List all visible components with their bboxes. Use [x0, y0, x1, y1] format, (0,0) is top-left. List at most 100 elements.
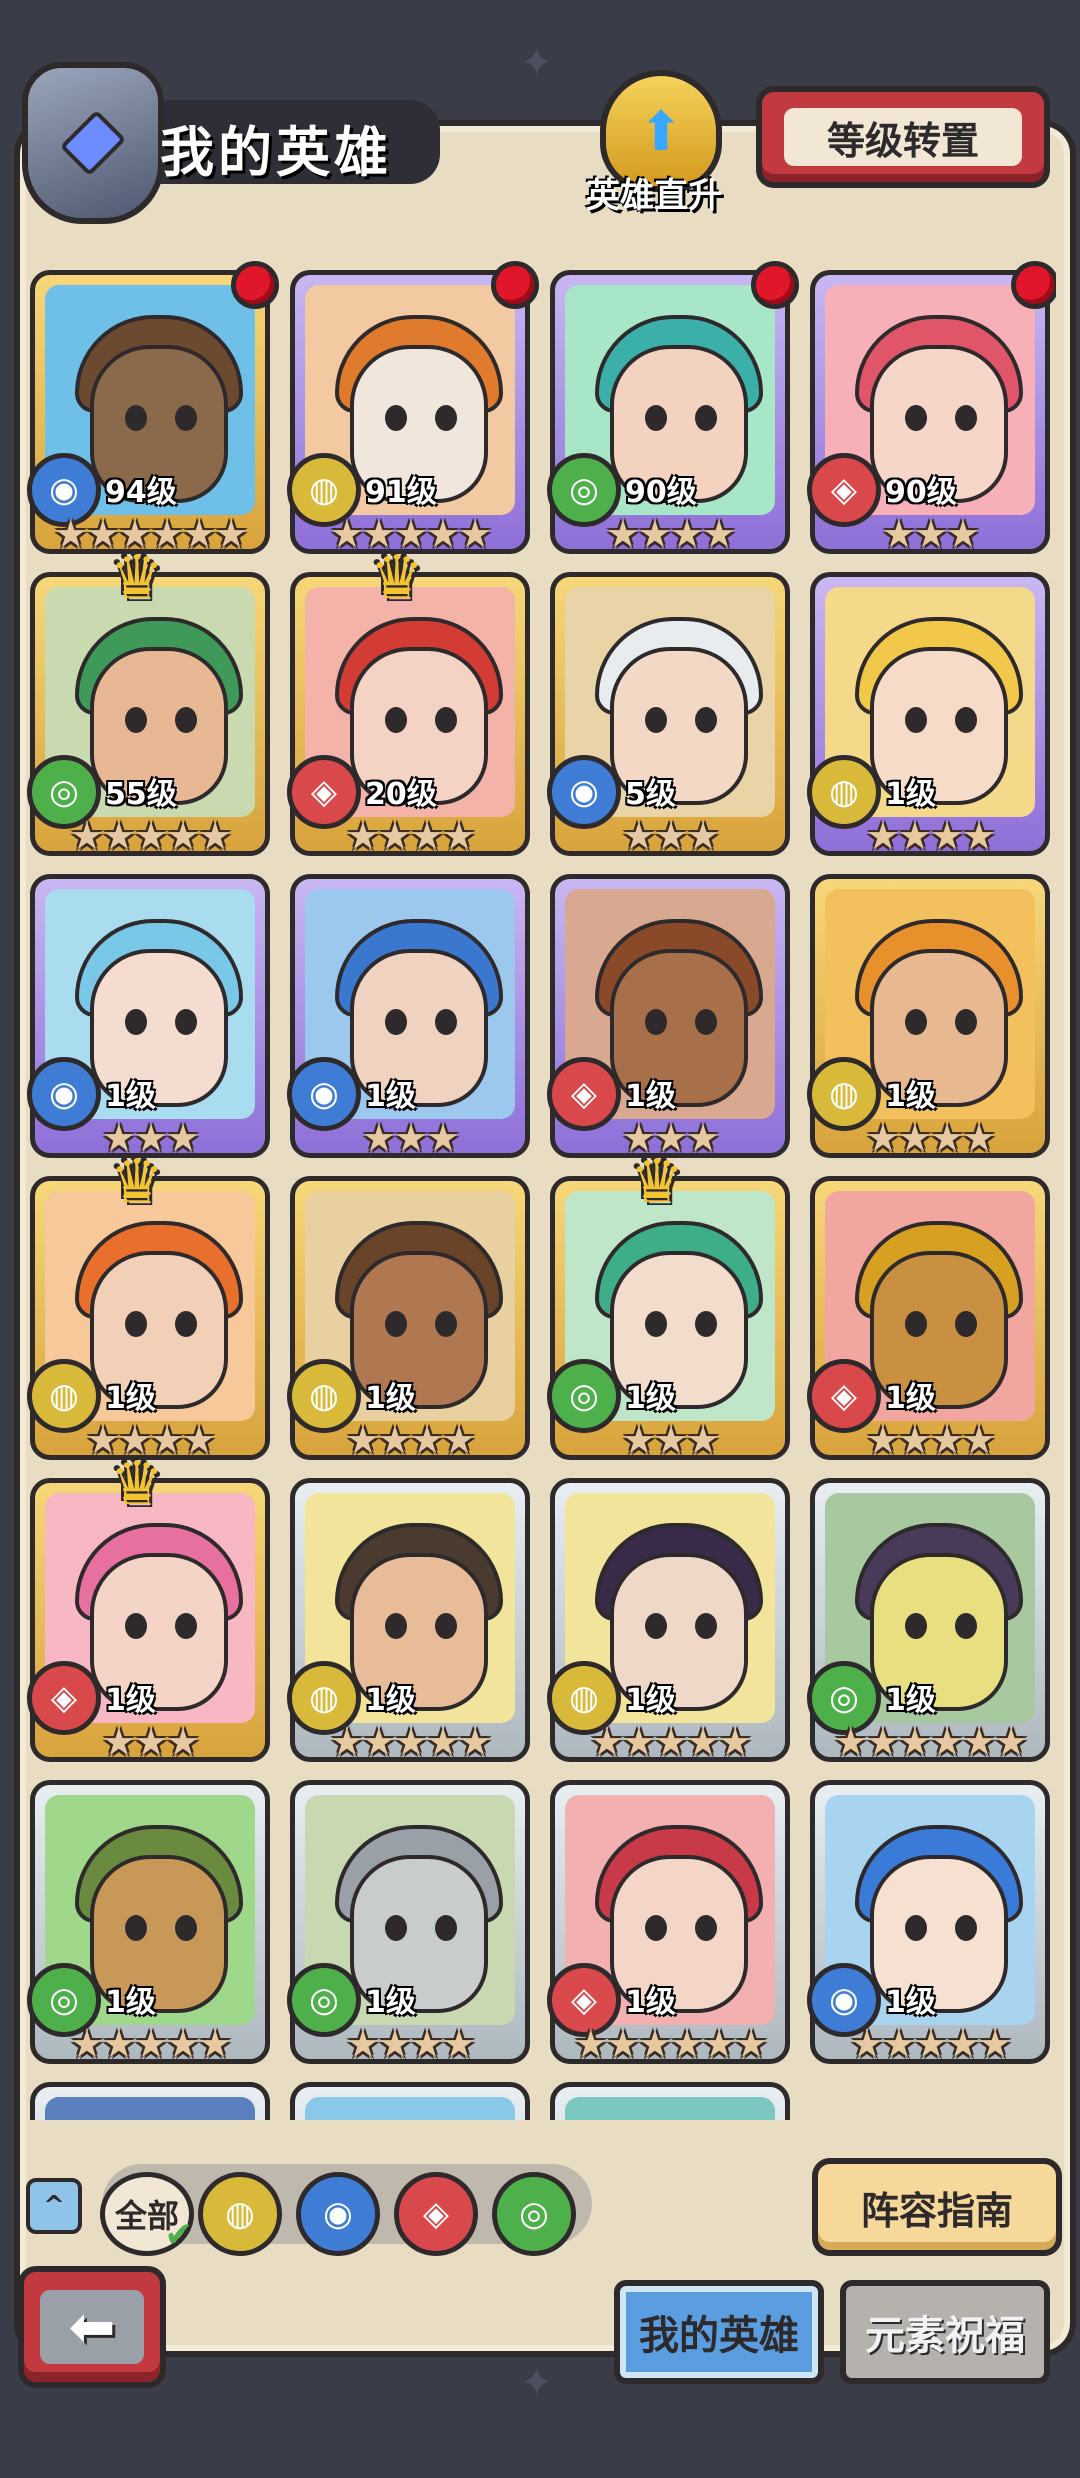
- hero-level: 1级: [365, 1381, 416, 1416]
- hero-eye: [175, 1311, 197, 1337]
- hero-eye: [695, 707, 717, 733]
- hero-stars: ★★★★★★: [833, 1720, 1028, 1764]
- hero-card[interactable]: [550, 2082, 790, 2120]
- hero-card[interactable]: ◍ 1级 ★★★★★: [287, 1478, 530, 1762]
- hero-eye: [385, 1311, 407, 1337]
- hero-card[interactable]: [30, 2082, 270, 2120]
- hero-level: 1级: [885, 1079, 936, 1114]
- hero-portrait: [565, 2097, 775, 2120]
- notification-dot-icon: [751, 261, 799, 309]
- hero-grid: ◉ 94级 ★★★★★★ ◍ 91级 ★★★★★ ◎ 90级 ★★★★ ◈ 90级 ★★★ ◎ 55级 ★★…: [26, 260, 1056, 2120]
- hero-card[interactable]: ◈ 1级 ★★★★: [807, 1176, 1050, 1460]
- background-sparkle-icon: ✦: [520, 2360, 554, 2406]
- hero-eye: [645, 1009, 667, 1035]
- hero-eye: [125, 405, 147, 431]
- hero-card[interactable]: [290, 2082, 530, 2120]
- hero-eye: [435, 1613, 457, 1639]
- hero-card[interactable]: ◎ 55级 ★★★★★ ♛: [27, 543, 270, 858]
- hero-card[interactable]: ◉ 5级 ★★★: [547, 572, 790, 856]
- tab-my-heroes[interactable]: 我的英雄: [614, 2280, 824, 2384]
- hero-card[interactable]: ◍ 1级 ★★★★: [287, 1176, 530, 1460]
- quick-levelup-button[interactable]: ⬆ 英雄直升: [580, 70, 730, 220]
- filter-all-chip[interactable]: 全部 ✔: [100, 2172, 194, 2256]
- hero-eye: [125, 707, 147, 733]
- hero-card[interactable]: ◍ 1级 ★★★★: [807, 572, 1050, 856]
- crown-icon: ♛: [370, 543, 424, 613]
- filter-wind-icon[interactable]: ◎: [492, 2172, 576, 2256]
- hero-eye: [125, 1613, 147, 1639]
- hero-eye: [435, 1915, 457, 1941]
- hero-card[interactable]: ◎ 1级 ★★★★★: [27, 1780, 270, 2066]
- hero-card[interactable]: ◎ 1级 ★★★ ♛: [547, 1147, 790, 1460]
- hero-card[interactable]: ◈ 1级 ★★★: [547, 874, 790, 1158]
- crown-icon: ♛: [630, 1147, 684, 1217]
- hero-eye: [905, 1915, 927, 1941]
- quick-levelup-label: 英雄直升: [586, 176, 722, 216]
- hero-eye: [125, 1009, 147, 1035]
- back-button[interactable]: ⬅: [18, 2266, 166, 2388]
- hero-card[interactable]: ◈ 1级 ★★★★★★: [547, 1780, 790, 2064]
- level-transfer-label: 等级转置: [784, 108, 1022, 166]
- back-arrow-icon: ⬅: [40, 2290, 144, 2364]
- hero-level: 1级: [365, 1079, 416, 1114]
- hero-level: 1级: [625, 1381, 676, 1416]
- page-title: 我的英雄: [160, 121, 392, 184]
- helmet-emblem-icon: [22, 62, 164, 224]
- hero-card[interactable]: ◈ 20级 ★★★★ ♛: [287, 543, 530, 856]
- hero-level: 55级: [105, 777, 177, 812]
- hero-card[interactable]: ◈ 90级 ★★★: [807, 261, 1056, 554]
- hero-card[interactable]: ◍ 1级 ★★★★★: [547, 1478, 790, 1762]
- hero-eye: [385, 405, 407, 431]
- hero-level: 91级: [365, 475, 437, 510]
- hero-card[interactable]: ◍ 1级 ★★★★ ♛: [27, 1147, 270, 1460]
- hero-eye: [955, 1009, 977, 1035]
- collapse-arrow-button[interactable]: ^: [26, 2178, 82, 2234]
- hero-level: 1级: [105, 1079, 156, 1114]
- hero-level: 1级: [885, 1683, 936, 1718]
- hero-level: 1级: [885, 1381, 936, 1416]
- notification-dot-icon: [491, 261, 539, 309]
- hero-eye: [435, 1311, 457, 1337]
- hero-card[interactable]: ◈ 1级 ★★★ ♛: [27, 1449, 270, 1762]
- hero-card[interactable]: ◎ 1级 ★★★★★★: [807, 1478, 1050, 1764]
- filter-fire-icon[interactable]: ◈: [394, 2172, 478, 2256]
- filter-earth-icon[interactable]: ◍: [198, 2172, 282, 2256]
- hero-level: 1级: [105, 1985, 156, 2020]
- level-transfer-button[interactable]: 等级转置: [756, 86, 1050, 188]
- notification-dot-icon: [231, 261, 279, 309]
- hero-eye: [955, 405, 977, 431]
- hero-eye: [175, 1009, 197, 1035]
- hero-eye: [695, 1915, 717, 1941]
- hero-stars: ★★★★: [865, 1116, 996, 1160]
- hero-eye: [385, 1009, 407, 1035]
- hero-level: 1级: [625, 1079, 676, 1114]
- hero-eye: [645, 1915, 667, 1941]
- hero-eye: [645, 1613, 667, 1639]
- hero-level: 1级: [625, 1683, 676, 1718]
- hero-card[interactable]: ◍ 91级 ★★★★★: [287, 261, 539, 554]
- hero-stars: ★★★★★: [849, 2022, 1012, 2066]
- hero-card[interactable]: ◉ 1级 ★★★: [27, 874, 270, 1158]
- hero-card[interactable]: ◉ 94级 ★★★★★★: [27, 261, 279, 554]
- hero-eye: [385, 1915, 407, 1941]
- hero-portrait: [45, 2097, 255, 2120]
- lineup-guide-button[interactable]: 阵容指南: [812, 2158, 1062, 2256]
- hero-stars: ★★★★★: [69, 2022, 232, 2066]
- hero-card[interactable]: ◉ 1级 ★★★★★: [807, 1780, 1050, 2066]
- hero-eye: [175, 1915, 197, 1941]
- hero-level: 1级: [365, 1985, 416, 2020]
- hero-card[interactable]: ◎ 90级 ★★★★: [547, 261, 799, 554]
- hero-level: 1级: [885, 777, 936, 812]
- hero-card[interactable]: ◉ 1级 ★★★: [287, 874, 530, 1158]
- filter-water-icon[interactable]: ◉: [296, 2172, 380, 2256]
- hero-stars: ★★★★: [345, 2022, 476, 2066]
- hero-eye: [175, 1613, 197, 1639]
- hero-stars: ★★★★★: [69, 814, 232, 858]
- notification-dot-icon: [1011, 261, 1056, 309]
- hero-eye: [905, 1009, 927, 1035]
- hero-eye: [175, 405, 197, 431]
- tab-element-blessing[interactable]: 元素祝福: [840, 2280, 1050, 2384]
- hero-card[interactable]: ◎ 1级 ★★★★: [287, 1780, 530, 2066]
- hero-card[interactable]: ◍ 1级 ★★★★: [807, 874, 1050, 1160]
- hero-level: 1级: [105, 1683, 156, 1718]
